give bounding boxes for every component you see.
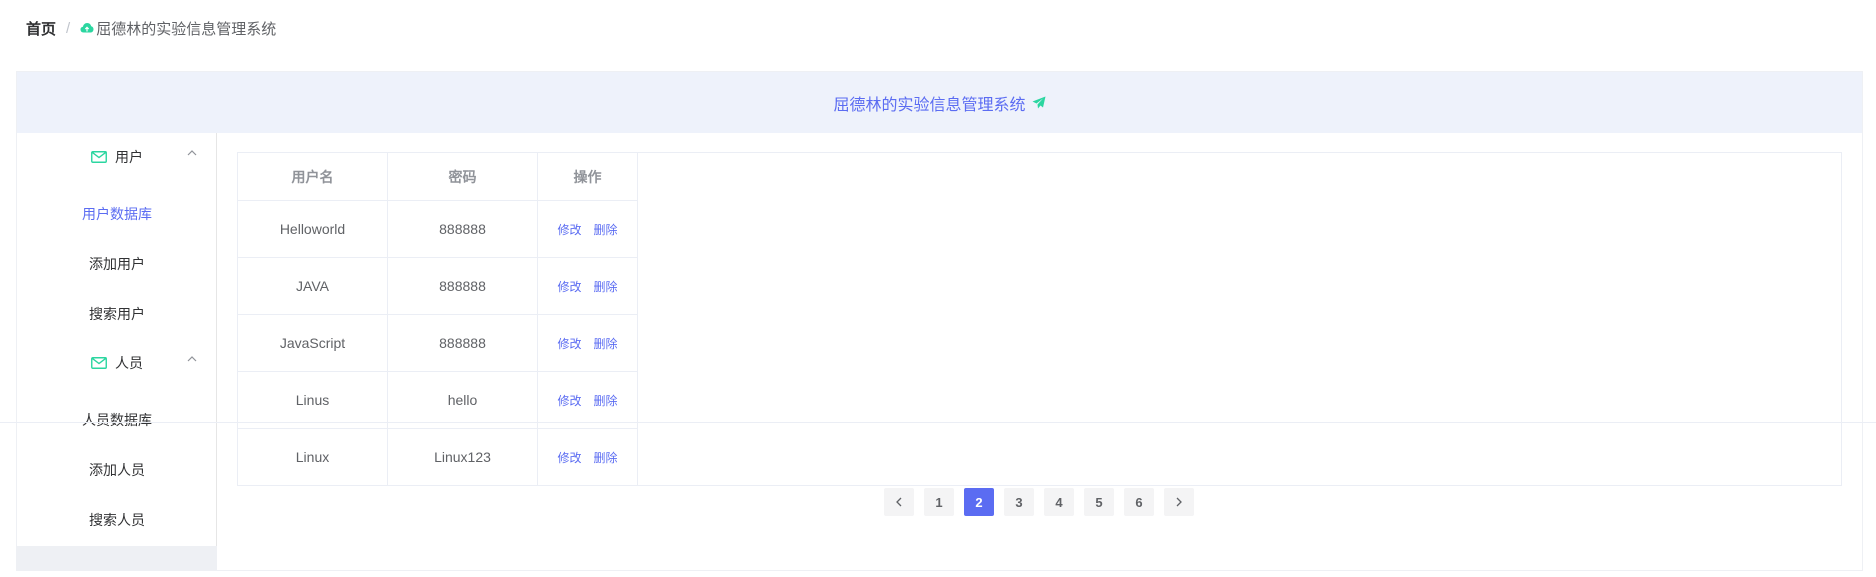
cell-actions: 修改 删除 [538,315,638,372]
edit-button[interactable]: 修改 [557,278,581,295]
mail-icon [91,151,107,163]
delete-button[interactable]: 删除 [594,278,618,295]
edit-button[interactable]: 修改 [557,449,581,466]
mail-icon [91,357,107,369]
cell-actions: 修改 删除 [538,201,638,258]
submenu-personnel[interactable]: 人员 [17,339,217,387]
page-button-4[interactable]: 4 [1044,488,1074,516]
delete-button[interactable]: 删除 [594,449,618,466]
sidebar-item-add-personnel[interactable]: 添加人员 [17,445,217,495]
sidebar-item-add-user[interactable]: 添加用户 [17,239,217,289]
prev-page-button[interactable] [884,488,914,516]
breadcrumb-separator: / [66,19,71,37]
cell-password: 888888 [388,201,538,258]
chevron-right-icon [1176,497,1182,507]
page-button-2[interactable]: 2 [964,488,994,516]
delete-button[interactable]: 删除 [594,335,618,352]
page-button-3[interactable]: 3 [1004,488,1034,516]
edit-button[interactable]: 修改 [557,392,581,409]
chevron-up-icon [187,356,197,362]
chevron-left-icon [896,497,902,507]
submenu-users-label: 用户 [115,149,143,165]
cell-password: Linux123 [388,429,538,486]
cell-actions: 修改 删除 [538,429,638,486]
sidebar: 用户 用户数据库 添加用户 搜索用户 人员 人员数据库 添加人员 搜索人员 [17,133,217,570]
submenu-personnel-label: 人员 [115,355,143,371]
cell-password: 888888 [388,315,538,372]
cell-actions: 修改 删除 [538,258,638,315]
column-header-actions[interactable]: 操作 [538,153,638,201]
page-header: 屈德林的实验信息管理系统 [17,72,1862,133]
page-title: 屈德林的实验信息管理系统 [833,96,1026,114]
sidebar-item-search-user[interactable]: 搜索用户 [17,289,217,339]
cell-username: Linux [238,429,388,486]
cell-username: Linus [238,372,388,429]
page-button-6[interactable]: 6 [1124,488,1154,516]
submenu-users[interactable]: 用户 [17,133,217,181]
cell-password: 888888 [388,258,538,315]
edit-button[interactable]: 修改 [557,221,581,238]
cell-username: JavaScript [238,315,388,372]
cell-username: JAVA [238,258,388,315]
page-button-5[interactable]: 5 [1084,488,1114,516]
send-icon [1032,96,1045,109]
delete-button[interactable]: 删除 [594,221,618,238]
cell-actions: 修改 删除 [538,372,638,429]
sidebar-item-user-database[interactable]: 用户数据库 [17,189,217,239]
column-header-username[interactable]: 用户名 [238,153,388,201]
breadcrumb-home[interactable]: 首页 [26,18,56,39]
cell-password: hello [388,372,538,429]
sidebar-item-search-personnel[interactable]: 搜索人员 [17,495,217,545]
user-table: 用户名 密码 操作 Helloworld 888888 修改 删除 JAVA 8… [237,152,1842,486]
sidebar-item-personnel-database[interactable]: 人员数据库 [17,395,217,445]
sidebar-menu: 用户 用户数据库 添加用户 搜索用户 人员 人员数据库 添加人员 搜索人员 [17,133,217,546]
chevron-up-icon [187,150,197,156]
edit-button[interactable]: 修改 [557,335,581,352]
page-button-1[interactable]: 1 [924,488,954,516]
breadcrumb: 首页 / 屈德林的实验信息管理系统 [26,16,276,40]
next-page-button[interactable] [1164,488,1194,516]
breadcrumb-current: 屈德林的实验信息管理系统 [80,18,276,39]
pagination: 1 2 3 4 5 6 [884,488,1204,516]
cell-username: Helloworld [238,201,388,258]
breadcrumb-current-label: 屈德林的实验信息管理系统 [96,20,277,38]
cloud-icon [80,23,94,33]
column-header-password[interactable]: 密码 [388,153,538,201]
delete-button[interactable]: 删除 [594,392,618,409]
